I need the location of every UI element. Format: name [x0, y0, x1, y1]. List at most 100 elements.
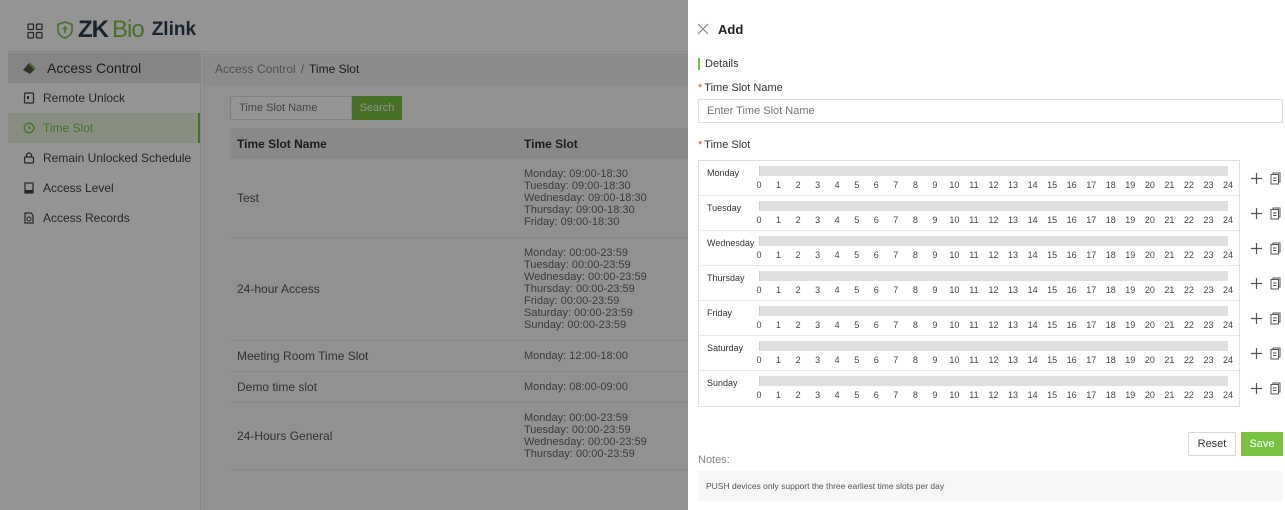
- hour-tick: 17: [1086, 215, 1097, 225]
- plus-icon[interactable]: [1250, 277, 1263, 290]
- hour-tick: 17: [1086, 285, 1097, 295]
- plus-icon[interactable]: [1250, 312, 1263, 325]
- hour-tick: 16: [1066, 215, 1077, 225]
- hour-tick: 21: [1164, 320, 1175, 330]
- plus-icon[interactable]: [1250, 347, 1263, 360]
- hour-ticks: 0 1 2 3 4 5 6 7 8 9 10 11 12 13 14 15 16 17 18 19 20 21 22 23 24: [756, 320, 1233, 332]
- time-slot-name-input[interactable]: [698, 99, 1283, 123]
- hour-ticks: 0 1 2 3 4 5 6 7 8 9 10 11 12 13 14 15 16 17 18 19 20 21 22 23 24: [756, 250, 1233, 262]
- hour-tick: 1: [776, 285, 782, 295]
- hour-tick: 12: [988, 215, 999, 225]
- hour-tick: 19: [1125, 320, 1136, 330]
- hour-tick: 5: [854, 390, 860, 400]
- copy-icon[interactable]: [1270, 382, 1281, 395]
- hour-tick: 16: [1066, 180, 1077, 190]
- hour-tick: 24: [1222, 285, 1234, 295]
- modal-overlay[interactable]: [0, 0, 688, 510]
- hour-tick: 21: [1164, 180, 1175, 190]
- hour-tick: 8: [912, 250, 918, 260]
- hour-tick: 22: [1183, 390, 1194, 400]
- day-row-tuesday: Tuesday 0 1 2 3 4 5 6 7 8 9 10 11 12 13 14 15 16 17 18 19 20 2…: [699, 196, 1239, 231]
- required-mark: *: [698, 82, 703, 94]
- hour-tick: 5: [854, 215, 860, 225]
- copy-icon[interactable]: [1270, 312, 1281, 325]
- hour-tick: 7: [893, 180, 899, 190]
- hour-tick: 2: [795, 285, 801, 295]
- time-range-bar[interactable]: [759, 271, 1228, 281]
- hour-tick: 1: [776, 390, 782, 400]
- hour-tick: 3: [815, 250, 821, 260]
- hour-tick: 3: [815, 320, 821, 330]
- hour-tick: 13: [1008, 390, 1019, 400]
- copy-icon[interactable]: [1270, 172, 1281, 185]
- plus-icon[interactable]: [1250, 242, 1263, 255]
- hour-tick: 4: [834, 215, 840, 225]
- time-range-bar[interactable]: [759, 341, 1228, 351]
- hour-tick: 23: [1203, 285, 1214, 295]
- save-button[interactable]: Save: [1241, 432, 1283, 456]
- hour-tick: 20: [1144, 180, 1155, 190]
- hour-tick: 16: [1066, 390, 1077, 400]
- hour-tick: 10: [949, 215, 960, 225]
- hour-tick: 10: [949, 320, 960, 330]
- hour-tick: 21: [1164, 390, 1175, 400]
- hour-tick: 2: [795, 320, 801, 330]
- hour-tick: 12: [988, 390, 999, 400]
- hour-tick: 1: [776, 250, 782, 260]
- time-range-bar[interactable]: [759, 306, 1228, 316]
- reset-button[interactable]: Reset: [1188, 432, 1236, 456]
- hour-tick: 11: [969, 355, 979, 365]
- hour-tick: 9: [932, 180, 938, 190]
- time-range-bar[interactable]: [759, 201, 1228, 211]
- plus-icon[interactable]: [1250, 172, 1263, 185]
- copy-icon[interactable]: [1270, 242, 1281, 255]
- hour-tick: 3: [815, 355, 821, 365]
- hour-tick: 0: [756, 320, 762, 330]
- hour-tick: 17: [1086, 320, 1097, 330]
- hour-tick: 18: [1105, 250, 1116, 260]
- time-range-bar[interactable]: [759, 376, 1228, 386]
- hour-tick: 9: [932, 215, 938, 225]
- hour-tick: 9: [932, 390, 938, 400]
- hour-tick: 24: [1222, 215, 1234, 225]
- time-range-bar[interactable]: [759, 236, 1228, 246]
- hour-tick: 11: [969, 285, 979, 295]
- hour-tick: 19: [1125, 285, 1136, 295]
- day-row-sunday: Sunday 0 1 2 3 4 5 6 7 8 9 10 11 12 13 14 15 16 17 18 19 20 21…: [699, 371, 1239, 406]
- hour-ticks: 0 1 2 3 4 5 6 7 8 9 10 11 12 13 14 15 16 17 18 19 20 21 22 23 24: [756, 215, 1233, 227]
- hour-tick: 18: [1105, 215, 1116, 225]
- hour-tick: 16: [1066, 285, 1077, 295]
- hour-tick: 7: [893, 250, 899, 260]
- day-row-thursday: Thursday 0 1 2 3 4 5 6 7 8 9 10 11 12 13 14 15 16 17 18 19 20…: [699, 266, 1239, 301]
- hour-tick: 13: [1008, 285, 1019, 295]
- time-range-bar[interactable]: [759, 166, 1228, 176]
- hour-tick: 1: [776, 180, 782, 190]
- day-row-actions: [1244, 275, 1284, 295]
- copy-icon[interactable]: [1270, 277, 1281, 290]
- copy-icon[interactable]: [1270, 347, 1281, 360]
- hour-tick: 5: [854, 355, 860, 365]
- hour-tick: 14: [1027, 250, 1038, 260]
- notes-label: Notes:: [698, 454, 730, 466]
- hour-tick: 3: [815, 180, 821, 190]
- hour-tick: 23: [1203, 250, 1214, 260]
- section-details: Details: [698, 58, 739, 70]
- hour-tick: 20: [1144, 250, 1155, 260]
- hour-tick: 2: [795, 355, 801, 365]
- hour-tick: 6: [873, 180, 879, 190]
- hour-tick: 6: [873, 390, 879, 400]
- copy-icon[interactable]: [1270, 207, 1281, 220]
- hour-tick: 0: [756, 180, 762, 190]
- hour-tick: 5: [854, 250, 860, 260]
- hour-tick: 3: [815, 215, 821, 225]
- hour-tick: 23: [1203, 390, 1214, 400]
- day-row-saturday: Saturday 0 1 2 3 4 5 6 7 8 9 10 11 12 13 14 15 16 17 18 19 20…: [699, 336, 1239, 371]
- plus-icon[interactable]: [1250, 207, 1263, 220]
- hour-tick: 20: [1144, 285, 1155, 295]
- day-row-actions: [1244, 170, 1284, 190]
- close-icon[interactable]: [696, 22, 710, 36]
- plus-icon[interactable]: [1250, 382, 1263, 395]
- day-row-actions: [1244, 240, 1284, 260]
- hour-ticks: 0 1 2 3 4 5 6 7 8 9 10 11 12 13 14 15 16 17 18 19 20 21 22 23 24: [756, 390, 1233, 402]
- hour-tick: 7: [893, 285, 899, 295]
